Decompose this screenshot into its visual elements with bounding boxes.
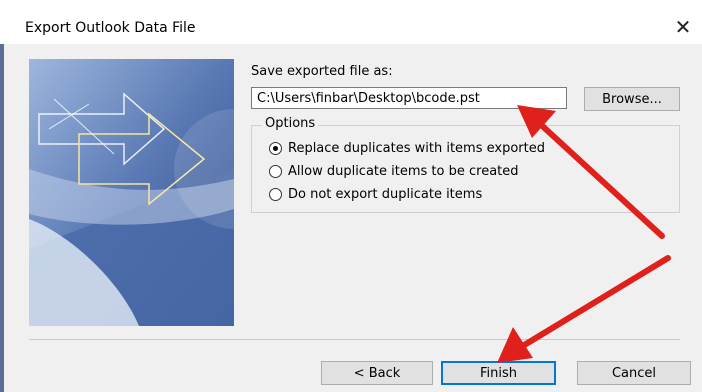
back-button[interactable]: < Back (321, 361, 433, 385)
radio-replace-duplicates[interactable]: Replace duplicates with items exported (269, 139, 545, 157)
cancel-button[interactable]: Cancel (577, 361, 691, 385)
radio-button[interactable] (269, 187, 282, 201)
radio-label: Do not export duplicate items (288, 186, 483, 202)
window-left-edge (0, 44, 4, 392)
browse-button[interactable]: Browse... (584, 87, 680, 111)
radio-allow-duplicates[interactable]: Allow duplicate items to be created (269, 162, 519, 180)
export-dialog: Export Outlook Data File ✕ Save exported… (0, 0, 702, 392)
radio-label: Allow duplicate items to be created (288, 163, 519, 179)
radio-no-duplicates[interactable]: Do not export duplicate items (269, 185, 482, 203)
options-legend: Options (262, 116, 319, 131)
radio-label: Replace duplicates with items exported (288, 140, 545, 156)
file-path-input[interactable] (251, 87, 567, 109)
export-wizard-graphic (29, 59, 234, 326)
title-bar: Export Outlook Data File ✕ (0, 0, 702, 44)
radio-button[interactable] (269, 164, 282, 178)
close-icon[interactable]: ✕ (670, 14, 696, 40)
save-as-label: Save exported file as: (251, 64, 393, 79)
radio-button-selected[interactable] (269, 141, 282, 155)
footer-divider (29, 339, 680, 340)
finish-button[interactable]: Finish (441, 361, 556, 385)
window-title: Export Outlook Data File (25, 20, 196, 36)
